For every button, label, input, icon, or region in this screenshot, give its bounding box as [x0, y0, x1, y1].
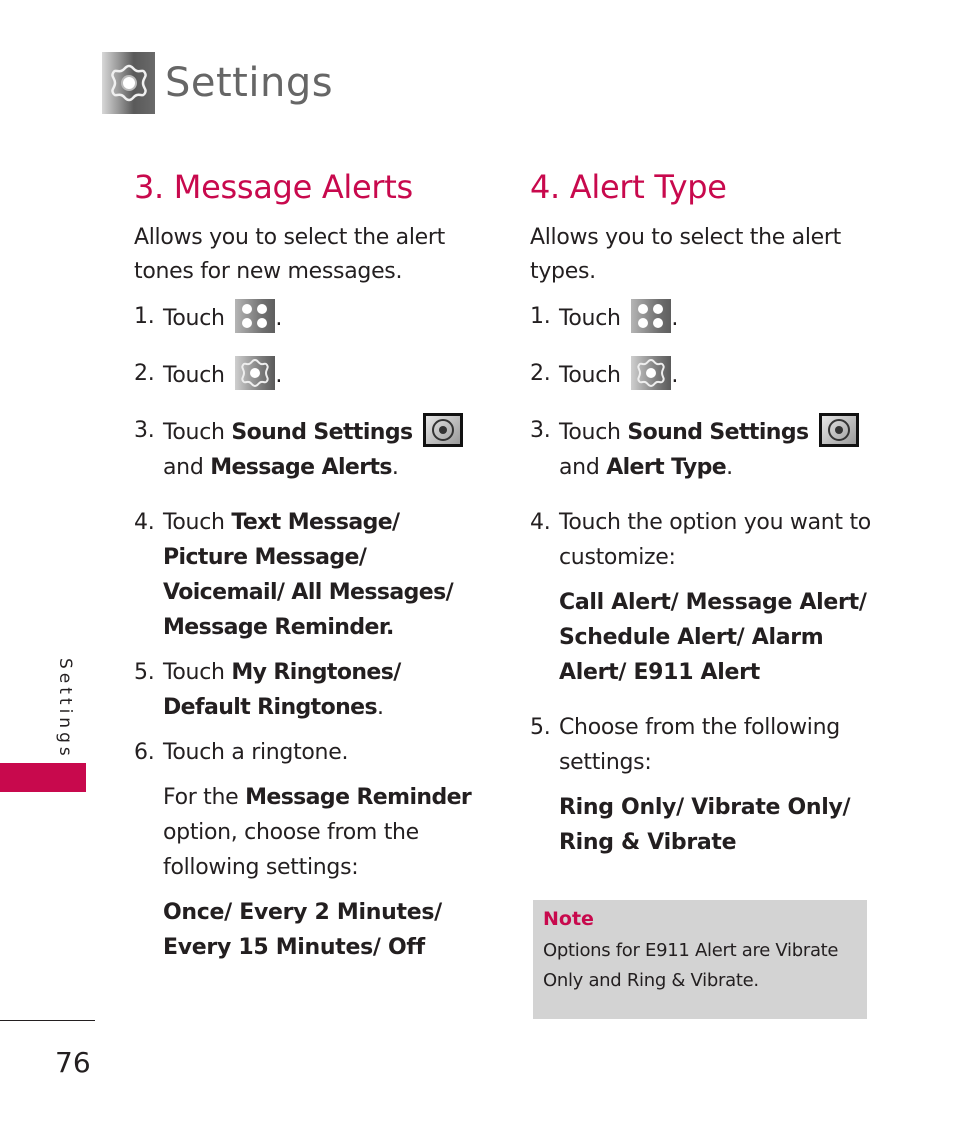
section-intro: Allows you to select the alert types. — [530, 225, 841, 284]
section-title: 3. Message Alerts — [134, 168, 413, 206]
step-4: 4. Touch Text Message/ Picture Message/ … — [134, 510, 454, 640]
message-alerts-section: 3. Message Alerts Allows you to select t… — [134, 165, 479, 965]
sound-settings-icon — [423, 413, 464, 447]
step-2: 2. Touch . — [134, 356, 479, 393]
section-intro: Allows you to select the alert tones for… — [134, 225, 445, 284]
step-3: 3. Touch Sound Settings and Alert Type. — [530, 413, 875, 485]
step-1: 1. Touch . — [530, 299, 875, 336]
step-4: 4. Touch the option you want to customiz… — [530, 510, 871, 570]
gear-icon — [102, 52, 155, 114]
reminder-description: For the Message Reminder option, choose … — [163, 785, 472, 880]
menu-grid-icon — [631, 299, 672, 333]
reminder-options: Once/ Every 2 Minutes/ Every 15 Minutes/… — [163, 900, 442, 960]
section-title: 4. Alert Type — [530, 168, 727, 206]
setting-options: Ring Only/ Vibrate Only/ Ring & Vibrate — [559, 795, 851, 855]
page-title: Settings — [165, 60, 334, 106]
sidebar-section-tab — [0, 763, 86, 792]
step-5: 5. Touch My Ringtones/ Default Ringtones… — [134, 660, 401, 720]
note-title: Note — [543, 908, 594, 930]
alert-type-section: 4. Alert Type Allows you to select the a… — [530, 165, 875, 860]
step-1: 1. Touch . — [134, 299, 479, 336]
step-3: 3. Touch Sound Settings and Message Aler… — [134, 413, 479, 485]
sound-settings-icon — [819, 413, 860, 447]
settings-gear-icon — [235, 356, 276, 390]
page-number: 76 — [55, 1046, 91, 1079]
menu-grid-icon — [235, 299, 276, 333]
note-text: Options for E911 Alert are Vibrate Only … — [543, 940, 839, 991]
step-6: 6. Touch a ringtone. — [134, 740, 349, 765]
step-2: 2. Touch . — [530, 356, 875, 393]
step-5: 5. Choose from the following settings: — [530, 715, 840, 775]
sidebar-section-label: Settings — [55, 658, 75, 760]
alert-options: Call Alert/ Message Alert/ Schedule Aler… — [559, 590, 867, 685]
footer-divider — [0, 1020, 95, 1021]
note-box: Note Options for E911 Alert are Vibrate … — [533, 900, 867, 1019]
settings-gear-icon — [631, 356, 672, 390]
page-header: Settings — [102, 52, 333, 114]
